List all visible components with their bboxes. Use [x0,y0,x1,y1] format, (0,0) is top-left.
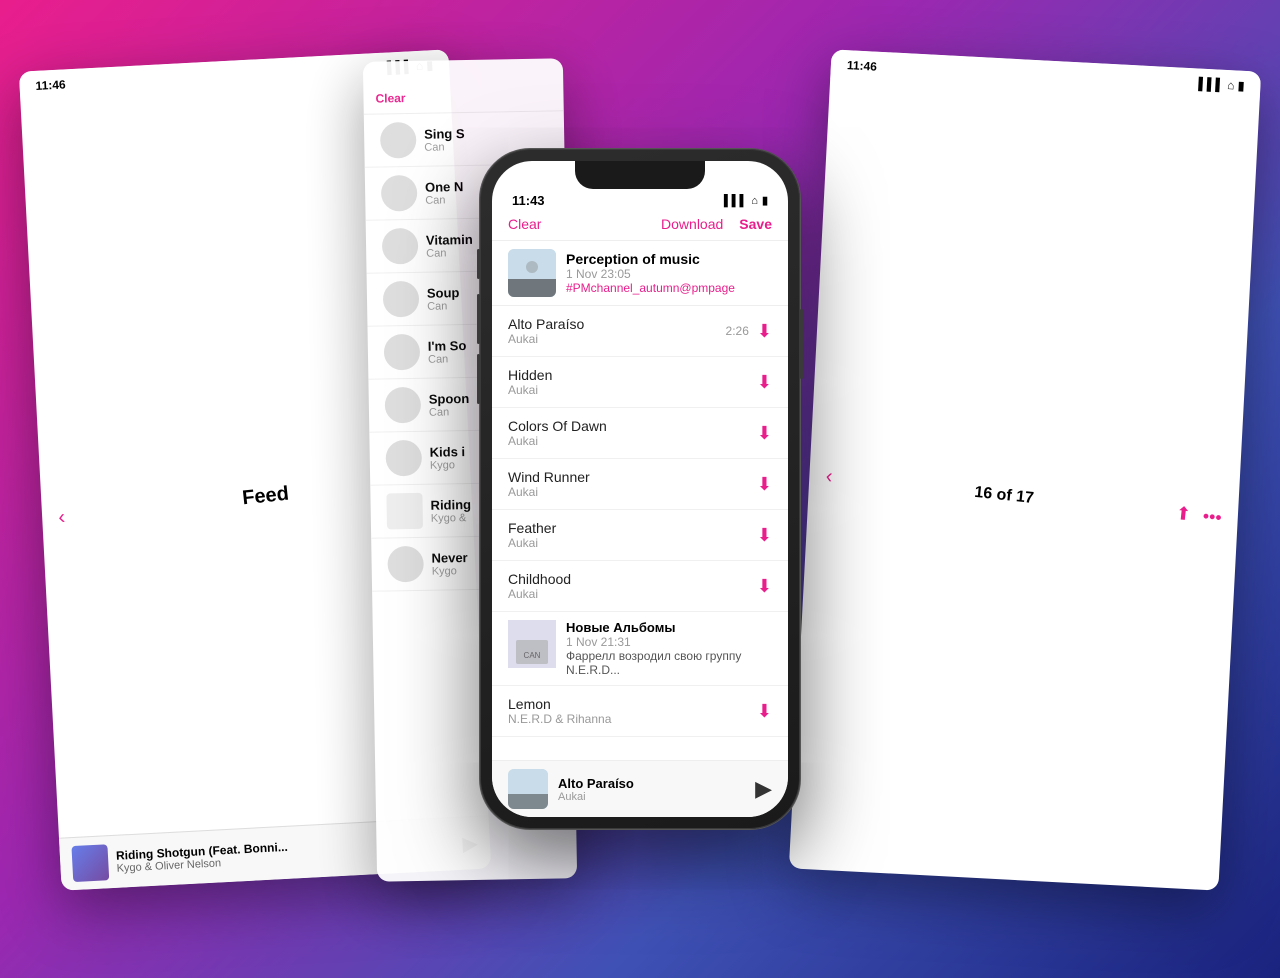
track-artist-1: Aukai [508,332,726,346]
pinned-thumbnail [508,249,556,297]
track-info-2: Hidden Aukai [508,367,757,397]
track-wind[interactable]: Wind Runner Aukai ⬇ [492,459,788,510]
mid-clear-btn[interactable]: Clear [375,91,405,106]
track-artist-6: Aukai [508,587,757,601]
signal-icon: ▌▌▌ [724,195,747,207]
svg-text:CAN: CAN [524,651,541,660]
phone-np-title: Alto Paraíso [558,776,745,791]
mid-dot-7 [385,440,422,477]
track-childhood[interactable]: Childhood Aukai ⬇ [492,561,788,612]
track-info-1: Alto Paraíso Aukai [508,316,726,346]
mid-dot-6 [385,387,422,424]
phone-np-play-btn[interactable]: ▶ [755,776,772,802]
mid-dot-4 [383,281,420,318]
mid-dot-3 [382,228,419,265]
msg-burevestnik[interactable]: CAN Буревестник Звук 1 Nov 21:02 [492,737,788,742]
back-icon[interactable]: ‹ [57,506,66,530]
track-dl-1[interactable]: ⬇ [757,321,772,342]
phone-np-artist: Aukai [558,791,745,803]
mid-dot-9 [387,546,424,583]
phone-toolbar: Clear Download Save [492,212,788,241]
track-dl-4[interactable]: ⬇ [757,474,772,495]
wifi-icon: ⌂ [751,195,758,207]
msg-date-1: 1 Nov 21:31 [566,635,772,649]
clear-button[interactable]: Clear [508,216,541,232]
mid-dot-8 [386,493,423,530]
track-info-4: Wind Runner Aukai [508,469,757,499]
side-btn-vol-up [477,294,480,344]
pinned-channel: #PMchannel_autumn@pmpage [566,281,772,295]
track-dl-3[interactable]: ⬇ [757,423,772,444]
track-dur-1: 2:26 [726,324,749,338]
track-counter: 16 of 17 [974,483,1035,507]
phone-status-icons: ▌▌▌ ⌂ ▮ [724,194,768,207]
pinned-date: 1 Nov 23:05 [566,267,772,281]
mid-dot-5 [384,334,421,371]
track-name-6: Childhood [508,571,757,587]
track-feather[interactable]: Feather Aukai ⬇ [492,510,788,561]
track-name-5: Feather [508,520,757,536]
msg-text-1: Фаррелл возродил свою группу N.E.R.D... [566,649,772,677]
phone-time: 11:43 [512,193,545,208]
side-btn-silent [477,249,480,279]
track-artist-5: Aukai [508,536,757,550]
phone-np-thumb [508,769,548,809]
track-dl-5[interactable]: ⬇ [757,525,772,546]
player-more-icon[interactable]: ••• [1202,506,1223,529]
msg-content-1: Новые Альбомы 1 Nov 21:31 Фаррелл возрод… [566,620,772,677]
track-name-3: Colors Of Dawn [508,418,757,434]
track-info-6: Childhood Aukai [508,571,757,601]
pinned-message[interactable]: Perception of music 1 Nov 23:05 #PMchann… [492,241,788,306]
track-name-2: Hidden [508,367,757,383]
track-name-1: Alto Paraíso [508,316,726,332]
track-dl-2[interactable]: ⬇ [757,372,772,393]
pinned-title: Perception of music [566,251,772,267]
left-status-time: 11:46 [35,77,66,93]
track-artist-2: Aukai [508,383,757,397]
phone-screen: 11:43 ▌▌▌ ⌂ ▮ Clear Download Save [492,161,788,817]
msg-novye-albomy[interactable]: CAN Новые Альбомы 1 Nov 21:31 Фаррелл во… [492,612,788,686]
mid-dot-1 [380,122,417,159]
side-btn-power [800,309,803,379]
download-button[interactable]: Download [661,216,723,232]
track-name-lemon: Lemon [508,696,757,712]
mid-dot-2 [381,175,418,212]
phone-frame: 11:43 ▌▌▌ ⌂ ▮ Clear Download Save [480,149,800,829]
mid-panel-clear: Clear [363,58,564,114]
track-info-3: Colors Of Dawn Aukai [508,418,757,448]
phone-container: 11:43 ▌▌▌ ⌂ ▮ Clear Download Save [480,149,800,829]
battery-icon: ▮ [762,194,768,207]
action-buttons: Download Save [661,216,772,232]
right-panel: 11:46 ▌▌▌ ⌂ ▮ ‹ 16 of 17 ⬆ ••• [789,49,1261,890]
phone-np-info: Alto Paraíso Aukai [558,776,745,803]
track-dl-lemon[interactable]: ⬇ [757,701,772,722]
track-name-4: Wind Runner [508,469,757,485]
phone-now-playing: Alto Paraíso Aukai ▶ [492,760,788,817]
track-dl-6[interactable]: ⬇ [757,576,772,597]
player-back-icon[interactable]: ‹ [825,465,834,489]
track-colors[interactable]: Colors Of Dawn Aukai ⬇ [492,408,788,459]
track-alto-paraiso[interactable]: Alto Paraíso Aukai 2:26 ⬇ [492,306,788,357]
player-download-icon[interactable]: ⬆ [1175,503,1192,525]
track-list: Alto Paraíso Aukai 2:26 ⬇ Hidden Aukai ⬇ [492,306,788,742]
phone-notch [575,161,705,189]
track-lemon[interactable]: Lemon N.E.R.D & Rihanna ⬇ [492,686,788,737]
track-hidden[interactable]: Hidden Aukai ⬇ [492,357,788,408]
track-artist-3: Aukai [508,434,757,448]
track-artist-4: Aukai [508,485,757,499]
pinned-info: Perception of music 1 Nov 23:05 #PMchann… [566,251,772,295]
msg-thumb-1: CAN [508,620,556,668]
np-thumbnail [71,844,109,882]
right-status-icons: ▌▌▌ ⌂ ▮ [1198,77,1245,93]
msg-source-1: Новые Альбомы [566,620,772,635]
save-button[interactable]: Save [739,216,772,232]
track-artist-lemon: N.E.R.D & Rihanna [508,712,757,726]
right-panel-header: ‹ 16 of 17 ⬆ ••• [789,70,1261,891]
track-info-5: Feather Aukai [508,520,757,550]
track-info-lemon: Lemon N.E.R.D & Rihanna [508,696,757,726]
side-btn-vol-down [477,354,480,404]
